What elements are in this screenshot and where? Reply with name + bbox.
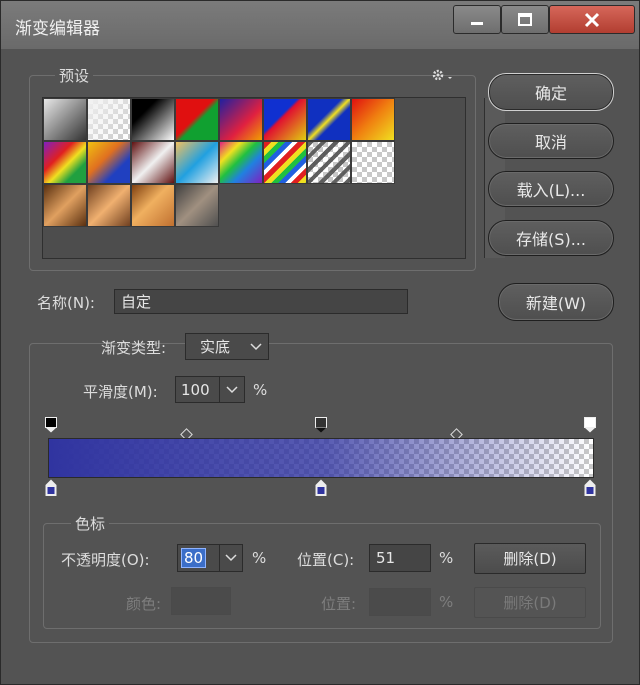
preset-swatch[interactable]	[87, 98, 131, 141]
gradient-type-select[interactable]: 实底	[185, 333, 269, 360]
position-input[interactable]: 51	[369, 544, 431, 572]
opacity-label: 不透明度(O):	[61, 551, 150, 569]
preset-swatch[interactable]	[87, 141, 131, 184]
delete-opacity-stop-button[interactable]: 删除(D)	[474, 543, 586, 574]
preset-swatch[interactable]	[219, 98, 263, 141]
gradient-type-value: 实底	[200, 338, 231, 356]
preset-swatch[interactable]	[43, 184, 87, 227]
name-label: 名称(N):	[37, 294, 95, 312]
title-bar: 渐变编辑器	[1, 1, 639, 49]
color-stop-end[interactable]	[584, 479, 596, 497]
preset-swatch[interactable]	[131, 184, 175, 227]
color-stop-mid[interactable]	[315, 479, 327, 497]
smoothness-unit: %	[253, 381, 268, 399]
chevron-down-icon	[226, 386, 238, 394]
cancel-button[interactable]: 取消	[488, 123, 614, 159]
close-button[interactable]	[549, 5, 635, 34]
color-label: 颜色:	[126, 595, 162, 613]
opacity-select[interactable]: 80	[177, 544, 243, 572]
preset-swatch[interactable]	[351, 98, 395, 141]
preset-swatch[interactable]	[263, 141, 307, 184]
delete-color-stop-button[interactable]: 删除(D)	[474, 587, 586, 618]
smoothness-dropdown-toggle[interactable]	[219, 377, 244, 402]
color-position-label: 位置:	[321, 595, 357, 613]
window-title: 渐变编辑器	[15, 19, 100, 39]
opacity-unit: %	[252, 549, 267, 567]
stops-label: 色标	[71, 513, 110, 534]
minimize-icon	[471, 21, 483, 25]
preset-swatch[interactable]	[307, 141, 351, 184]
name-input[interactable]: 自定	[114, 289, 408, 314]
maximize-button[interactable]	[501, 5, 549, 34]
color-stop-start[interactable]	[45, 479, 57, 497]
preset-swatch[interactable]	[263, 98, 307, 141]
preset-swatch[interactable]	[131, 98, 175, 141]
minimize-button[interactable]	[453, 5, 501, 34]
preset-swatch[interactable]	[175, 141, 219, 184]
chevron-down-icon	[250, 343, 262, 351]
preset-swatch[interactable]	[87, 184, 131, 227]
preset-swatch[interactable]	[43, 141, 87, 184]
chevron-down-icon	[225, 554, 237, 562]
ok-button[interactable]: 确定	[488, 73, 614, 111]
new-button[interactable]: 新建(W)	[498, 283, 614, 321]
color-position-input[interactable]	[369, 588, 431, 616]
opacity-value[interactable]: 80	[181, 548, 207, 568]
smoothness-select[interactable]: 100	[175, 376, 245, 403]
gradient-editor-window: 渐变编辑器 预设 确定 取消 载入(L)... 存储(S)... 名称(N): …	[0, 0, 640, 685]
gradient-preview-bar[interactable]	[48, 438, 594, 478]
preset-swatch[interactable]	[351, 141, 395, 184]
position-unit: %	[439, 549, 454, 567]
preset-swatch[interactable]	[43, 98, 87, 141]
smoothness-label: 平滑度(M):	[83, 383, 158, 401]
preset-swatch-grid	[42, 97, 505, 259]
close-icon	[584, 12, 600, 27]
preset-swatch[interactable]	[175, 184, 219, 227]
opacity-stop-end[interactable]	[584, 417, 596, 433]
presets-label: 预设	[55, 65, 94, 86]
color-position-unit: %	[439, 593, 454, 611]
smoothness-value: 100	[181, 380, 210, 399]
maximize-icon	[518, 12, 532, 26]
gear-icon[interactable]	[431, 67, 455, 86]
color-swatch[interactable]	[171, 587, 231, 615]
preset-swatch[interactable]	[175, 98, 219, 141]
opacity-stop-selected[interactable]	[315, 417, 327, 433]
position-label: 位置(C):	[297, 551, 355, 569]
opacity-stop-start[interactable]	[45, 417, 57, 433]
save-button[interactable]: 存储(S)...	[488, 220, 614, 256]
gradient-type-label: 渐变类型:	[101, 339, 167, 357]
preset-swatch[interactable]	[131, 141, 175, 184]
preset-swatch[interactable]	[307, 98, 351, 141]
opacity-dropdown-toggle[interactable]	[219, 545, 242, 571]
load-button[interactable]: 载入(L)...	[488, 171, 614, 207]
gradient-fill	[49, 439, 593, 477]
preset-swatch[interactable]	[219, 141, 263, 184]
